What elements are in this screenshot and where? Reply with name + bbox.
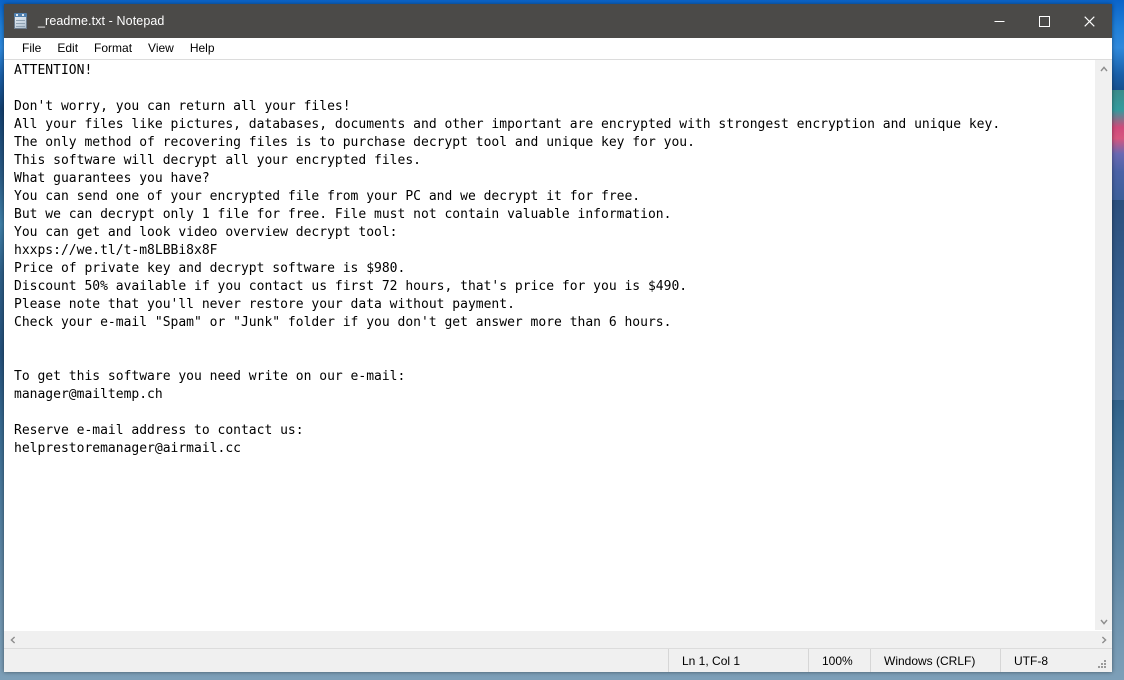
maximize-button[interactable]	[1022, 4, 1067, 38]
minimize-icon	[994, 20, 1005, 22]
menu-item-format[interactable]: Format	[86, 39, 140, 58]
notepad-window: _readme.txt - Notepad File Edit Format V…	[4, 4, 1112, 672]
menu-item-help[interactable]: Help	[182, 39, 223, 58]
minimize-button[interactable]	[977, 4, 1022, 38]
status-encoding[interactable]: UTF-8	[1000, 649, 1092, 672]
close-button[interactable]	[1067, 4, 1112, 38]
horizontal-scrollbar[interactable]	[4, 630, 1112, 648]
chevron-right-icon	[1101, 635, 1107, 644]
resize-grip[interactable]	[1092, 649, 1112, 672]
status-zoom-level[interactable]: 100%	[808, 649, 870, 672]
status-spacer	[4, 649, 668, 672]
editor-region: ATTENTION! Don't worry, you can return a…	[4, 59, 1112, 630]
status-bar: Ln 1, Col 1 100% Windows (CRLF) UTF-8	[4, 648, 1112, 672]
vertical-scrollbar[interactable]	[1094, 60, 1112, 630]
resize-grip-icon	[1097, 660, 1107, 669]
scroll-up-button[interactable]	[1095, 60, 1112, 77]
chevron-down-icon	[1099, 619, 1108, 625]
menu-item-edit[interactable]: Edit	[49, 39, 86, 58]
window-title: _readme.txt - Notepad	[38, 14, 165, 28]
status-cursor-position: Ln 1, Col 1	[668, 649, 808, 672]
chevron-up-icon	[1099, 65, 1108, 71]
chevron-left-icon	[9, 635, 15, 644]
scroll-right-button[interactable]	[1095, 631, 1112, 648]
status-line-ending[interactable]: Windows (CRLF)	[870, 649, 1000, 672]
notepad-icon	[13, 13, 29, 29]
menu-bar: File Edit Format View Help	[4, 38, 1112, 59]
menu-item-view[interactable]: View	[140, 39, 182, 58]
window-controls	[977, 4, 1112, 38]
menu-item-file[interactable]: File	[14, 39, 49, 58]
close-icon	[1084, 15, 1095, 27]
vertical-scroll-track[interactable]	[1095, 77, 1112, 613]
maximize-icon	[1039, 15, 1050, 27]
scroll-down-button[interactable]	[1095, 613, 1112, 630]
title-bar[interactable]: _readme.txt - Notepad	[4, 4, 1112, 38]
document-text[interactable]: ATTENTION! Don't worry, you can return a…	[14, 62, 1094, 458]
scroll-left-button[interactable]	[4, 631, 21, 648]
text-editor[interactable]: ATTENTION! Don't worry, you can return a…	[4, 60, 1094, 630]
